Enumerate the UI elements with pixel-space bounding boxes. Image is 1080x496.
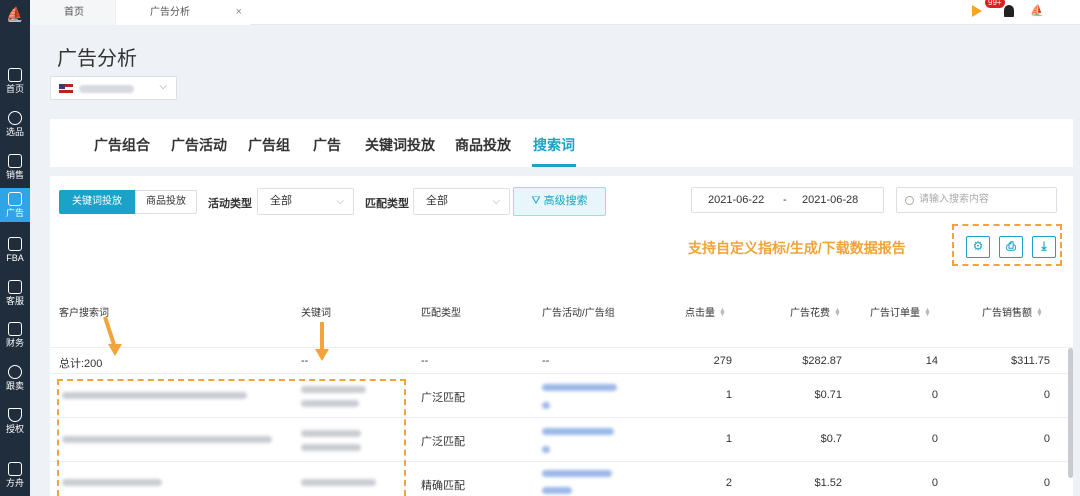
download-icon[interactable]: ⤓ — [1032, 236, 1056, 258]
match-type-select[interactable]: 全部 ⌵ — [413, 188, 510, 215]
toolbar-annotation: ⚙ ⎙ ⤓ — [952, 224, 1062, 266]
col-sales[interactable]: 广告销售额 ▲ ▼ — [982, 304, 1043, 319]
sort-icon[interactable]: ▲ ▼ — [924, 307, 931, 318]
filter-icon: ⛛ — [531, 195, 544, 207]
ark-icon — [8, 462, 22, 476]
message-icon — [8, 280, 22, 294]
store-select[interactable]: ⌵ — [50, 76, 177, 100]
tab-home[interactable]: 首页 — [30, 0, 115, 25]
bell-icon[interactable] — [1004, 5, 1014, 17]
divider — [50, 347, 1073, 348]
highlight-annotation — [57, 379, 406, 496]
pie-icon — [8, 365, 22, 379]
close-icon[interactable]: × — [236, 0, 242, 25]
shield-icon — [8, 408, 22, 422]
col-spend[interactable]: 广告花费 ▲ ▼ — [790, 304, 841, 319]
logo-icon[interactable]: ⛵ — [5, 6, 25, 24]
settings-icon[interactable]: ⚙ — [966, 236, 990, 258]
campaign-type-label: 活动类型 — [208, 198, 252, 210]
segment-product[interactable]: 商品投放 — [135, 190, 197, 214]
promo-annotation: 支持自定义指标/生成/下载数据报告 — [688, 240, 906, 256]
sort-icon[interactable]: ▲ ▼ — [1036, 307, 1043, 318]
chevron-down-icon: ⌵ — [336, 196, 344, 207]
sidebar-item-fba[interactable]: FBA — [0, 231, 30, 271]
match-type-label: 匹配类型 — [365, 198, 409, 210]
sidebar-item-ads[interactable]: 广告 — [0, 188, 30, 222]
tab-campaign[interactable]: 广告活动 — [171, 135, 227, 155]
tab-portfolio[interactable]: 广告组合 — [94, 135, 150, 155]
home-icon — [8, 68, 22, 82]
tab-ad[interactable]: 广告 — [313, 135, 341, 155]
sidebar-item-sales[interactable]: 销售 — [0, 148, 30, 188]
date-end[interactable]: 2021-06-28 — [802, 188, 858, 212]
campaign-type-select[interactable]: 全部 ⌵ — [257, 188, 354, 215]
date-separator: - — [783, 194, 787, 206]
date-start[interactable]: 2021-06-22 — [708, 188, 764, 212]
sidebar-item-finance[interactable]: 财务 — [0, 316, 30, 356]
main-panel: 关键词投放 商品投放 活动类型 全部 ⌵ 匹配类型 全部 ⌵ ⛛ 高级搜索 2021… — [50, 176, 1073, 496]
search-icon — [8, 111, 22, 125]
search-input[interactable]: 请输入搜索内容 — [896, 187, 1057, 213]
chart-icon — [8, 154, 22, 168]
user-icon[interactable]: ⛵ — [1030, 4, 1044, 18]
campaign-link[interactable] — [542, 487, 572, 494]
sidebar-item-auth[interactable]: 授权 — [0, 402, 30, 442]
sidebar-item-selection[interactable]: 选品 — [0, 105, 30, 145]
scrollbar[interactable] — [1068, 348, 1073, 478]
page-title: 广告分析 — [57, 48, 137, 70]
sidebar-item-ark[interactable]: 方舟 — [0, 456, 30, 496]
sidebar-item-home[interactable]: 首页 — [0, 62, 30, 102]
search-icon — [905, 196, 914, 205]
campaign-link[interactable] — [542, 428, 614, 435]
tab-keyword-targeting[interactable]: 关键词投放 — [365, 135, 435, 155]
notification-badge: 99+ — [985, 0, 1005, 8]
sort-icon[interactable]: ▲ ▼ — [834, 307, 841, 318]
sidebar-item-follow[interactable]: 跟卖 — [0, 359, 30, 399]
segment-keyword[interactable]: 关键词投放 — [59, 190, 135, 214]
active-tab-indicator — [532, 164, 576, 167]
tab-bar: 首页 广告分析 × — [30, 0, 1080, 25]
divider — [50, 373, 1073, 374]
sidebar: ⛵ 首页 选品 销售 广告 FBA 客服 财务 跟卖 授权 方舟 — [0, 0, 30, 496]
chevron-down-icon: ⌵ — [159, 81, 167, 92]
store-name-redacted — [79, 85, 134, 93]
finance-icon — [8, 322, 22, 336]
nav-tabs: 广告组合 广告活动 广告组 广告 关键词投放 商品投放 搜索词 — [50, 119, 1073, 167]
col-orders[interactable]: 广告订单量 ▲ ▼ — [870, 304, 931, 319]
tab-ad-group[interactable]: 广告组 — [248, 135, 290, 155]
sort-icon[interactable]: ▲ ▼ — [719, 307, 726, 318]
col-campaign[interactable]: 广告活动/广告组 — [542, 304, 615, 319]
us-flag-icon — [59, 84, 73, 93]
campaign-link[interactable] — [542, 446, 550, 453]
ad-icon — [8, 192, 22, 206]
print-icon[interactable]: ⎙ — [999, 236, 1023, 258]
col-keyword[interactable]: 关键词 — [301, 304, 331, 319]
col-search-term[interactable]: 客户搜索词 — [59, 304, 109, 319]
flag-icon[interactable] — [972, 5, 982, 17]
campaign-link[interactable] — [542, 402, 550, 409]
advanced-search-button[interactable]: ⛛ 高级搜索 — [513, 187, 606, 216]
sidebar-item-service[interactable]: 客服 — [0, 274, 30, 314]
col-clicks[interactable]: 点击量 ▲ ▼ — [685, 304, 726, 319]
tab-search-terms[interactable]: 搜索词 — [533, 135, 575, 155]
tab-ad-analysis[interactable]: 广告分析 × — [115, 0, 250, 25]
fba-icon — [8, 237, 22, 251]
campaign-link[interactable] — [542, 384, 617, 391]
date-range-picker[interactable]: 2021-06-22 - 2021-06-28 — [691, 187, 884, 213]
chevron-down-icon: ⌵ — [492, 196, 500, 207]
col-match-type[interactable]: 匹配类型 — [421, 304, 461, 319]
campaign-link[interactable] — [542, 470, 612, 477]
tab-product-targeting[interactable]: 商品投放 — [455, 135, 511, 155]
